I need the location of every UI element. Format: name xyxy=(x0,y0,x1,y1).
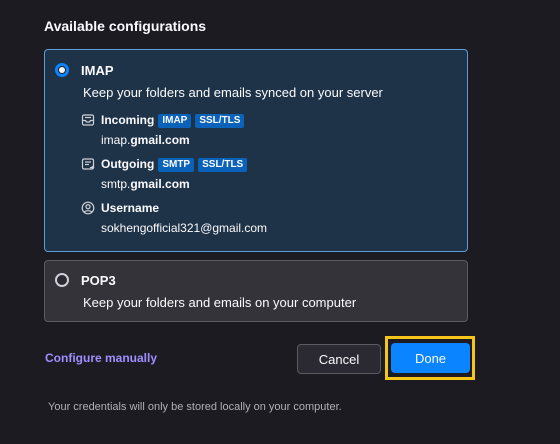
username-row-title: Username xyxy=(101,201,160,215)
imap-option-card[interactable]: IMAP Keep your folders and emails synced… xyxy=(44,49,468,252)
outgoing-security-badge: SSL/TLS xyxy=(198,158,248,172)
incoming-host: imap.gmail.com xyxy=(101,133,190,147)
incoming-security-badge: SSL/TLS xyxy=(195,114,245,128)
incoming-host-prefix: imap. xyxy=(101,133,131,147)
outgoing-host: smtp.gmail.com xyxy=(101,177,190,191)
outbox-icon xyxy=(81,158,95,170)
outgoing-protocol-badge: SMTP xyxy=(158,158,195,172)
incoming-host-domain: gmail.com xyxy=(130,133,190,147)
pop3-description: Keep your folders and emails on your com… xyxy=(83,295,357,310)
imap-protocol-label: IMAP xyxy=(81,63,114,78)
incoming-label: Incoming xyxy=(101,113,155,127)
credentials-footer-note: Your credentials will only be stored loc… xyxy=(48,401,342,413)
outgoing-host-prefix: smtp. xyxy=(101,177,131,191)
imap-description: Keep your folders and emails synced on y… xyxy=(83,85,383,100)
user-icon xyxy=(81,201,95,215)
done-button[interactable]: Done xyxy=(391,343,470,373)
outgoing-host-domain: gmail.com xyxy=(130,177,190,191)
cancel-button[interactable]: Cancel xyxy=(297,344,381,374)
pop3-protocol-label: POP3 xyxy=(81,273,116,288)
incoming-protocol-badge: IMAP xyxy=(158,114,192,128)
configure-manually-link[interactable]: Configure manually xyxy=(45,351,157,365)
outgoing-label: Outgoing xyxy=(101,157,155,171)
pop3-radio[interactable] xyxy=(55,273,69,287)
outgoing-row-title: Outgoing SMTP SSL/TLS xyxy=(101,157,248,172)
incoming-row-title: Incoming IMAP SSL/TLS xyxy=(101,113,245,128)
available-configurations-heading: Available configurations xyxy=(44,18,207,34)
pop3-option-card[interactable]: POP3 Keep your folders and emails on you… xyxy=(44,260,468,322)
username-value: sokhengofficial321@gmail.com xyxy=(101,221,268,235)
imap-radio[interactable] xyxy=(55,63,69,77)
inbox-icon xyxy=(81,114,95,126)
